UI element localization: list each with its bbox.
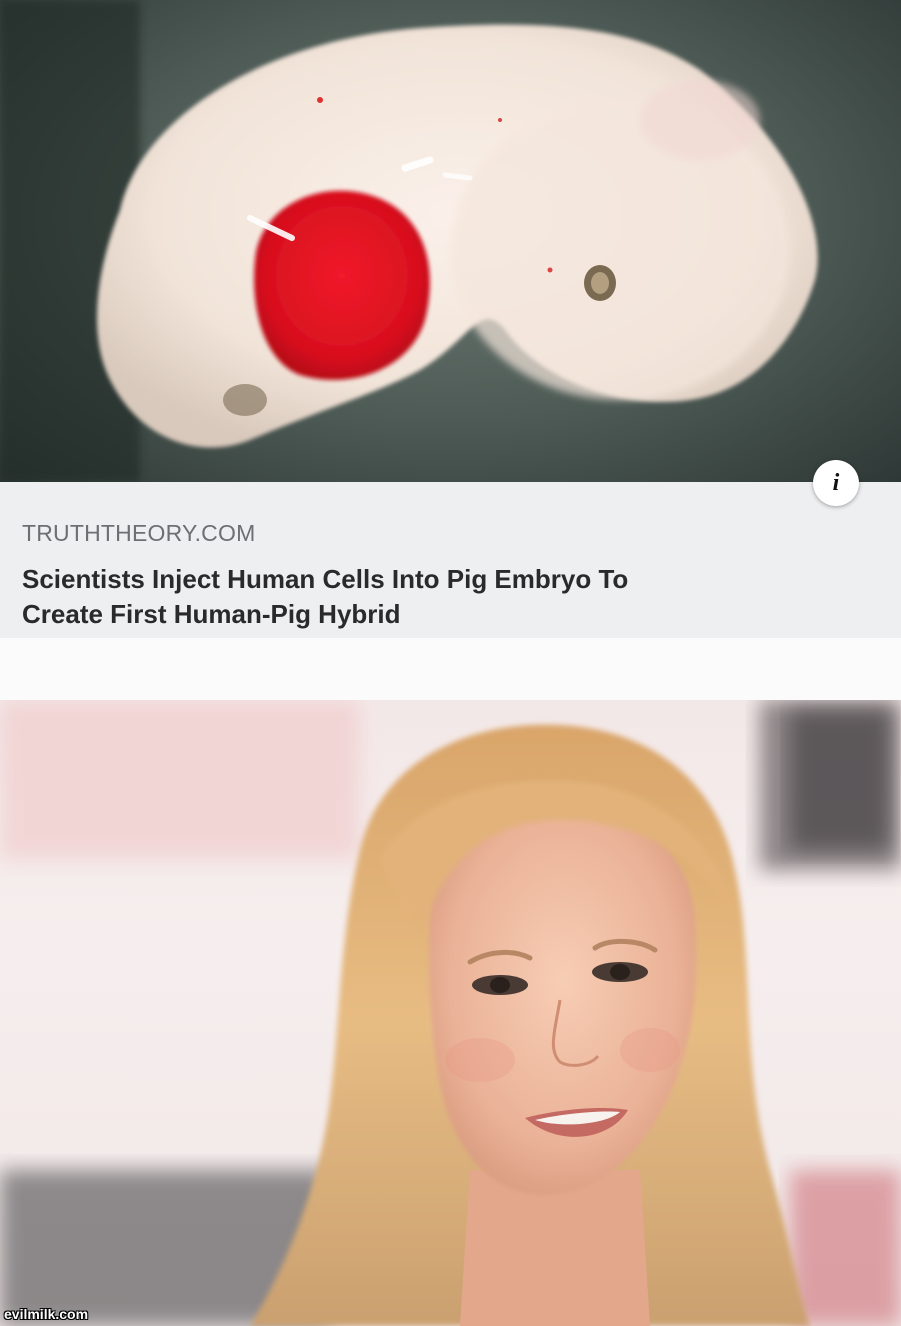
info-icon[interactable]: i: [813, 460, 859, 506]
portrait-illustration: [0, 700, 901, 1326]
headline-line-1: Scientists Inject Human Cells Into Pig E…: [22, 564, 629, 594]
embryo-photo: [0, 0, 901, 482]
portrait-photo: [0, 700, 901, 1326]
article-source: TRUTHTHEORY.COM: [22, 520, 256, 546]
article-headline[interactable]: Scientists Inject Human Cells Into Pig E…: [22, 562, 882, 632]
separator: [0, 638, 901, 700]
embryo-illustration: [0, 0, 818, 482]
article-card[interactable]: TRUTHTHEORY.COM Scientists Inject Human …: [0, 482, 901, 638]
headline-line-2: Create First Human-Pig Hybrid: [22, 599, 401, 629]
watermark: evilmilk.com: [4, 1306, 89, 1322]
